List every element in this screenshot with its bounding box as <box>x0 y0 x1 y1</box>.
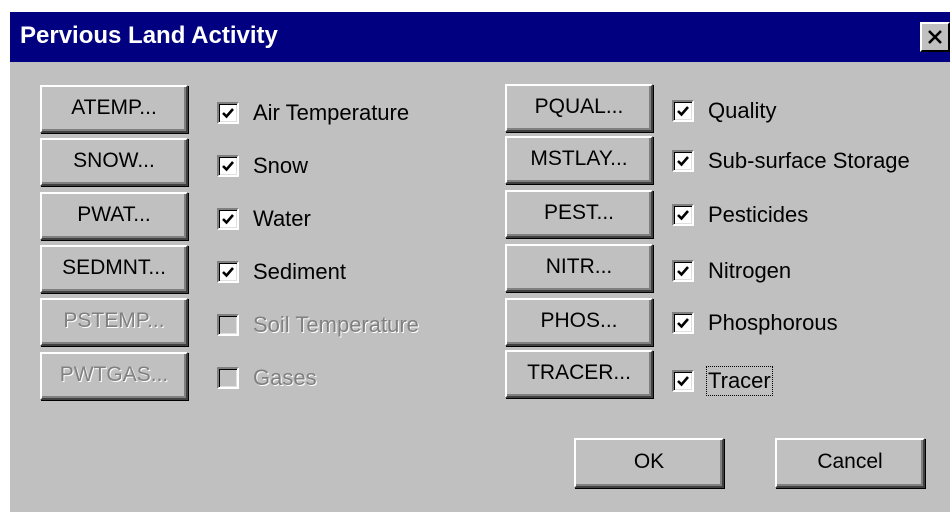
ok-button-label: OK <box>633 450 665 473</box>
nitrogen-label: Nitrogen <box>708 258 792 283</box>
checkbox-box[interactable] <box>672 204 694 226</box>
sub-surface-storage-label: Sub-surface Storage <box>708 148 910 173</box>
check-mark-icon <box>222 214 234 225</box>
snow-button-label: SNOW... <box>73 149 155 172</box>
tracer-button-label: TRACER... <box>527 361 631 384</box>
tracer-label: Tracer <box>706 366 773 396</box>
checkbox-box[interactable] <box>672 100 694 122</box>
cancel-button[interactable]: Cancel <box>775 438 925 488</box>
checkbox-box[interactable] <box>672 260 694 282</box>
checkbox-box <box>217 367 239 389</box>
sediment-label: Sediment <box>253 259 346 284</box>
checkbox-box[interactable] <box>217 102 239 124</box>
phos-button[interactable]: PHOS... <box>505 298 653 346</box>
pest-button-label: PEST... <box>543 201 615 224</box>
soil-temperature-label: Soil Temperature <box>253 312 419 337</box>
cancel-button-label: Cancel <box>817 450 883 473</box>
window-title: Pervious Land Activity <box>20 22 278 49</box>
check-mark-icon <box>677 266 689 277</box>
tracer-button[interactable]: TRACER... <box>505 350 653 398</box>
pwat-button[interactable]: PWAT... <box>40 192 188 240</box>
snow-label: Snow <box>253 153 309 178</box>
pwtgas-button: PWTGAS... <box>40 352 188 400</box>
snow-button[interactable]: SNOW... <box>40 138 188 186</box>
mstlay-button[interactable]: MSTLAY... <box>505 136 653 184</box>
checkbox-box[interactable] <box>672 370 694 392</box>
close-x-icon <box>928 30 942 44</box>
title-bar[interactable]: Pervious Land Activity <box>10 12 950 62</box>
check-mark-icon <box>677 156 689 167</box>
quality-label: Quality <box>708 98 777 123</box>
pstemp-button: PSTEMP... <box>40 298 188 346</box>
checkbox-box[interactable] <box>672 150 694 172</box>
checkbox-box <box>217 314 239 336</box>
nitr-button[interactable]: NITR... <box>505 244 653 292</box>
pwat-button-label: PWAT... <box>77 203 151 226</box>
water-label: Water <box>253 206 311 231</box>
atemp-button[interactable]: ATEMP... <box>40 85 188 133</box>
phos-button-label: PHOS... <box>540 309 618 332</box>
check-mark-icon <box>222 267 234 278</box>
check-mark-icon <box>677 106 689 117</box>
pesticides-label: Pesticides <box>708 202 809 227</box>
pqual-button-label: PQUAL... <box>534 95 624 118</box>
pstemp-button-label: PSTEMP... <box>63 309 165 332</box>
check-mark-icon <box>677 376 689 387</box>
check-mark-icon <box>222 161 234 172</box>
mstlay-button-label: MSTLAY... <box>530 147 628 170</box>
gases-label: Gases <box>253 365 317 390</box>
air-temperature-label: Air Temperature <box>253 100 410 125</box>
ok-button[interactable]: OK <box>574 438 724 488</box>
checkbox-box[interactable] <box>672 312 694 334</box>
phosphorous-label: Phosphorous <box>708 310 838 335</box>
pwtgas-button-label: PWTGAS... <box>59 363 169 386</box>
nitr-button-label: NITR... <box>545 255 613 278</box>
pqual-button[interactable]: PQUAL... <box>505 84 653 132</box>
check-mark-icon <box>222 108 234 119</box>
check-mark-icon <box>677 210 689 221</box>
sedmnt-button-label: SEDMNT... <box>62 256 166 279</box>
pervious-land-activity-dialog: Pervious Land Activity ATEMP... SNOW... … <box>10 12 950 512</box>
checkbox-box[interactable] <box>217 208 239 230</box>
sedmnt-button[interactable]: SEDMNT... <box>40 245 188 293</box>
atemp-button-label: ATEMP... <box>71 96 157 119</box>
checkbox-box[interactable] <box>217 155 239 177</box>
pest-button[interactable]: PEST... <box>505 190 653 238</box>
checkbox-box[interactable] <box>217 261 239 283</box>
close-button[interactable] <box>920 22 950 52</box>
check-mark-icon <box>677 318 689 329</box>
